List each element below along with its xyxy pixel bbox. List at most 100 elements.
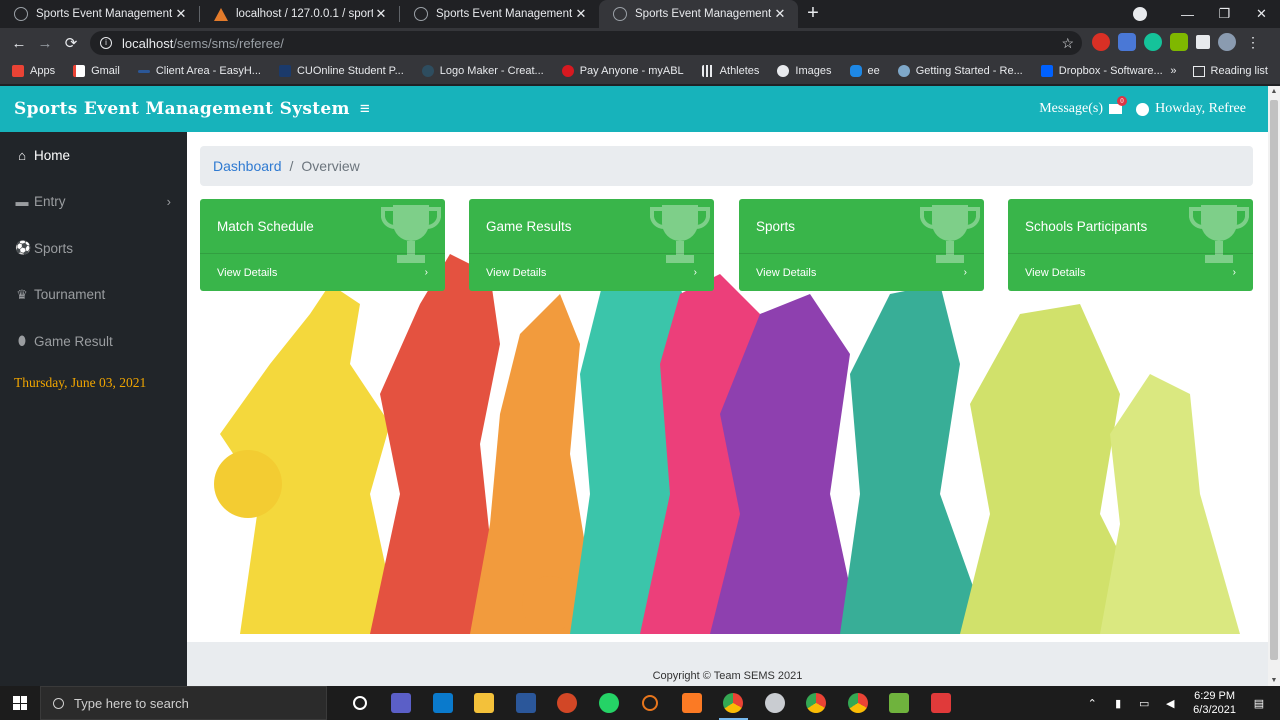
bookmark-pay-anyone[interactable]: Pay Anyone - myABL [561,65,684,77]
volume-icon[interactable]: ◀ [1157,697,1183,710]
app-button[interactable] [754,686,796,720]
card-footer[interactable]: View Details › [1008,253,1253,291]
battery-icon[interactable]: ▭ [1131,697,1157,710]
bookmark-logo-maker[interactable]: Logo Maker - Creat... [421,65,544,77]
card-footer[interactable]: View Details › [739,253,984,291]
envelope-icon: 0 [1109,96,1127,114]
camtasia-button[interactable] [920,686,962,720]
file-explorer-button[interactable] [464,686,506,720]
bookmark-cuonline[interactable]: CUOnline Student P... [278,65,404,77]
bookmark-getting-started[interactable]: Getting Started - Re... [897,65,1023,77]
taskbar-clock[interactable]: 6:29 PM 6/3/2021 [1193,689,1236,717]
chrome-profile-button[interactable] [837,686,879,720]
messages-button[interactable]: Message(s) 0 [1039,96,1127,117]
xampp-icon [681,693,702,713]
taskbar-apps [339,686,962,720]
card-game-results[interactable]: Game Results View Details › [469,199,714,291]
card-schools-participants[interactable]: Schools Participants View Details › [1008,199,1253,291]
microphone-icon[interactable]: ▮ [1105,697,1131,710]
extension-icon[interactable] [1170,33,1188,51]
teams-button[interactable] [381,686,423,720]
view-details-link[interactable]: View Details [217,267,277,279]
browser-tab[interactable]: Sports Event Management System ✕ [0,0,199,28]
bookmark-athletes[interactable]: Athletes [701,65,759,77]
view-details-link[interactable]: View Details [756,267,816,279]
scroll-up-arrow-icon[interactable]: ▲ [1268,88,1280,95]
browser-tab[interactable]: localhost / 127.0.0.1 / sports_managemen… [200,0,399,28]
browser-menu-icon[interactable]: ⋮ [1244,33,1262,51]
reload-button[interactable]: ⟳ [58,34,84,52]
card-footer[interactable]: View Details › [200,253,445,291]
view-details-link[interactable]: View Details [486,267,546,279]
bookmark-images[interactable]: Images [777,65,832,77]
vscode-button[interactable] [422,686,464,720]
notifications-icon[interactable]: ▤ [1246,697,1272,710]
back-button[interactable]: ← [6,35,32,52]
sidebar-item-game-result[interactable]: ⬮ Game Result [0,318,187,365]
xampp-button[interactable] [671,686,713,720]
sidebar-item-tournament[interactable]: ♛ Tournament [0,272,187,319]
browser-tab[interactable]: Sports Event Management System ✕ [400,0,599,28]
chrome-button[interactable] [713,686,755,720]
profile-menu-icon[interactable] [1133,7,1147,21]
grammarly-extension-icon[interactable] [1144,33,1162,51]
cortana-button[interactable] [339,686,381,720]
bookmark-client-area[interactable]: Client Area - EasyH... [137,65,261,77]
forward-button[interactable]: → [32,35,58,52]
tab-title: Sports Event Management System [436,8,573,20]
bookmark-apps[interactable]: Apps [12,65,55,77]
close-tab-icon[interactable]: ✕ [373,6,389,22]
view-details-link[interactable]: View Details [1025,267,1085,279]
user-menu[interactable]: Howday, Refree [1136,101,1246,117]
reading-list-button[interactable]: Reading list [1211,65,1268,77]
site-info-icon[interactable]: i [100,37,112,49]
bookmark-ee[interactable]: ee [849,65,880,77]
close-tab-icon[interactable]: ✕ [173,6,189,22]
app-brand[interactable]: Sports Event Management System [14,99,350,119]
extension-icon[interactable] [1092,33,1110,51]
card-footer[interactable]: View Details › [469,253,714,291]
maximize-button[interactable]: ❐ [1206,6,1243,22]
sync-icon [642,695,659,711]
menu-toggle-icon[interactable]: ≡ [360,99,370,119]
breadcrumb-dashboard-link[interactable]: Dashboard [213,158,282,174]
bookmark-gmail[interactable]: Gmail [73,65,120,77]
page-scrollbar[interactable]: ▲ ▼ [1268,86,1280,686]
chrome-icon [723,693,744,713]
chrome-profile-button[interactable] [796,686,838,720]
bookmark-dropbox[interactable]: Dropbox - Software... [1040,65,1163,77]
taskbar-search-box[interactable]: Type here to search [40,686,327,720]
user-greeting: Howday, Refree [1155,101,1246,116]
scroll-down-arrow-icon[interactable]: ▼ [1268,677,1280,684]
bookmark-star-icon[interactable]: ☆ [1061,35,1074,52]
sidebar-item-entry[interactable]: ▬ Entry › [0,179,187,226]
minimize-button[interactable]: — [1169,7,1206,22]
powerpoint-button[interactable] [547,686,589,720]
browser-tab-active[interactable]: Sports Event Management System ✕ [599,0,798,28]
sync-app-button[interactable] [630,686,672,720]
address-bar[interactable]: i localhost/sems/sms/referee/ ☆ [90,31,1082,55]
translate-extension-icon[interactable] [1118,33,1136,51]
extensions-puzzle-icon[interactable] [1196,35,1210,49]
window-controls: — ❐ ✕ [1133,0,1280,28]
close-tab-icon[interactable]: ✕ [573,6,589,22]
new-tab-button[interactable]: + [798,0,828,28]
system-tray: ⌃ ▮ ▭ ◀ 6:29 PM 6/3/2021 ▤ [1079,686,1280,720]
word-button[interactable] [505,686,547,720]
whatsapp-button[interactable] [588,686,630,720]
card-sports[interactable]: Sports View Details › [739,199,984,291]
sidebar-item-home[interactable]: ⌂ Home [0,132,187,179]
close-window-button[interactable]: ✕ [1243,6,1280,22]
card-title: Match Schedule [217,219,314,234]
sidebar-item-label: Tournament [34,287,106,303]
start-button[interactable] [0,686,40,720]
sidebar-item-sports[interactable]: ⚽ Sports [0,225,187,272]
card-match-schedule[interactable]: Match Schedule View Details › [200,199,445,291]
close-tab-icon[interactable]: ✕ [772,6,788,22]
more-bookmarks-icon[interactable]: » [1170,65,1176,77]
chevron-up-icon[interactable]: ⌃ [1079,697,1105,710]
scrollbar-thumb[interactable] [1270,100,1278,660]
avatar[interactable] [1218,33,1236,51]
search-placeholder: Type here to search [74,695,189,711]
notepad-button[interactable] [879,686,921,720]
